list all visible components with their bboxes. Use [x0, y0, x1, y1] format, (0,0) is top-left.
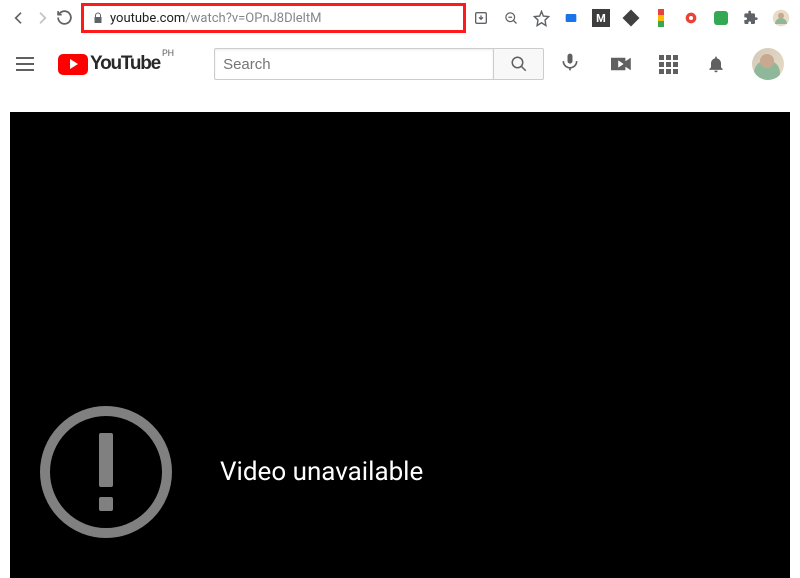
youtube-play-icon [58, 54, 88, 75]
extension-puzzle-icon[interactable] [742, 9, 760, 27]
error-icon [40, 406, 172, 538]
extension-bar-icon[interactable] [652, 9, 670, 27]
account-avatar[interactable] [752, 48, 784, 80]
youtube-logo[interactable]: YouTube PH [58, 53, 160, 75]
extension-diamond-icon[interactable] [622, 9, 640, 27]
search-button[interactable] [494, 48, 544, 80]
error-message: Video unavailable [220, 457, 423, 487]
star-icon[interactable] [532, 9, 550, 27]
forward-button[interactable] [33, 9, 50, 27]
url-text: youtube.com/watch?v=OPnJ8DleltM [110, 11, 321, 26]
youtube-logo-text: YouTube [90, 53, 160, 75]
extension-green-icon[interactable] [712, 9, 730, 27]
yt-header: YouTube PH [0, 36, 800, 92]
zoom-icon[interactable] [502, 9, 520, 27]
hamburger-menu[interactable] [16, 52, 40, 76]
apps-button[interactable] [656, 52, 680, 76]
search-wrap [214, 48, 544, 80]
extension-m-icon[interactable]: M [592, 9, 610, 27]
country-code: PH [162, 49, 174, 59]
profile-chrome-icon[interactable] [772, 9, 790, 27]
chrome-actions: M [472, 9, 790, 27]
extension-blue-icon[interactable] [562, 9, 580, 27]
reload-button[interactable] [56, 9, 73, 27]
url-bar-highlighted[interactable]: youtube.com/watch?v=OPnJ8DleltM [81, 3, 466, 33]
create-button[interactable] [608, 52, 632, 76]
search-input[interactable] [214, 48, 494, 80]
install-icon[interactable] [472, 9, 490, 27]
yt-header-right [608, 48, 784, 80]
browser-chrome: youtube.com/watch?v=OPnJ8DleltM M [0, 0, 800, 36]
video-error: Video unavailable [40, 406, 423, 538]
extension-circle-icon[interactable] [682, 9, 700, 27]
voice-search-button[interactable] [560, 52, 584, 76]
back-button[interactable] [10, 9, 27, 27]
lock-icon [92, 9, 104, 28]
notifications-button[interactable] [704, 52, 728, 76]
video-player[interactable]: Video unavailable [10, 112, 790, 578]
